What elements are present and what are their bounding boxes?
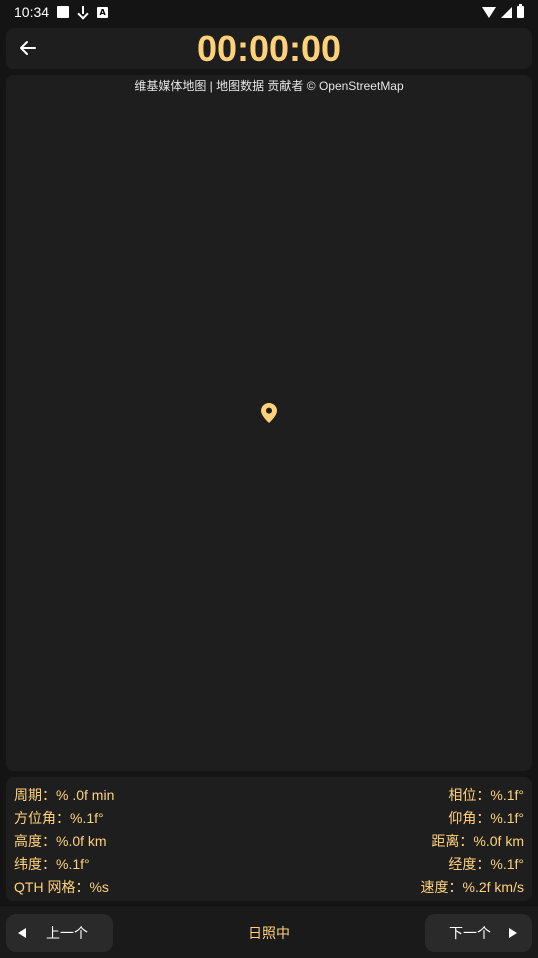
status-right <box>482 4 524 18</box>
status-left: 10:34 A <box>14 4 109 20</box>
map-attribution[interactable]: 维基媒体地图 | 地图数据 贡献者 © OpenStreetMap <box>6 77 532 94</box>
header: 00:00:00 <box>6 28 532 69</box>
location-pin-icon[interactable] <box>261 403 277 423</box>
speed-value: 速度：%.2f km/s <box>420 879 524 896</box>
battery-icon <box>517 4 524 18</box>
next-button[interactable]: 下一个 <box>425 914 532 952</box>
signal-icon <box>501 6 512 18</box>
phase-value: 相位：%.1f° <box>448 786 524 803</box>
download-icon <box>77 6 89 18</box>
arrow-left-icon <box>20 41 36 55</box>
longitude-value: 经度：%.1f° <box>448 856 524 873</box>
triangle-left-icon <box>18 928 26 938</box>
info-row: 方位角：%.1f° 仰角：%.1f° <box>14 806 524 829</box>
a-icon: A <box>97 6 109 18</box>
info-row: 纬度：%.1f° 经度：%.1f° <box>14 853 524 876</box>
next-button-label: 下一个 <box>449 925 491 941</box>
distance-value: 距离：%.0f km <box>431 832 524 849</box>
map-view[interactable]: 维基媒体地图 | 地图数据 贡献者 © OpenStreetMap <box>6 75 532 771</box>
wifi-icon <box>482 6 496 18</box>
info-row: 高度：%.0f km 距离：%.0f km <box>14 829 524 852</box>
azimuth-value: 方位角：%.1f° <box>14 809 104 826</box>
status-time: 10:34 <box>14 4 50 20</box>
triangle-right-icon <box>509 928 517 938</box>
elevation-value: 仰角：%.1f° <box>448 809 524 826</box>
pass-timer: 00:00:00 <box>196 27 342 69</box>
info-row: 周期：% .0f min 相位：%.1f° <box>14 783 524 806</box>
qth-grid-value: QTH 网格：%s <box>14 879 109 896</box>
period-value: 周期：% .0f min <box>14 786 115 803</box>
notification-square-icon <box>57 6 70 18</box>
sunlight-status: 日照中 <box>248 925 290 941</box>
previous-button-label: 上一个 <box>46 925 88 941</box>
satellite-info-panel: 周期：% .0f min 相位：%.1f° 方位角：%.1f° 仰角：%.1f°… <box>6 777 532 901</box>
back-button[interactable] <box>16 36 40 60</box>
info-row: QTH 网格：%s 速度：%.2f km/s <box>14 876 524 899</box>
bottom-nav-bar: 上一个 日照中 下一个 <box>0 906 538 958</box>
status-bar: 10:34 A <box>0 0 538 24</box>
latitude-value: 纬度：%.1f° <box>14 856 90 873</box>
previous-button[interactable]: 上一个 <box>6 914 113 952</box>
altitude-value: 高度：%.0f km <box>14 832 107 849</box>
